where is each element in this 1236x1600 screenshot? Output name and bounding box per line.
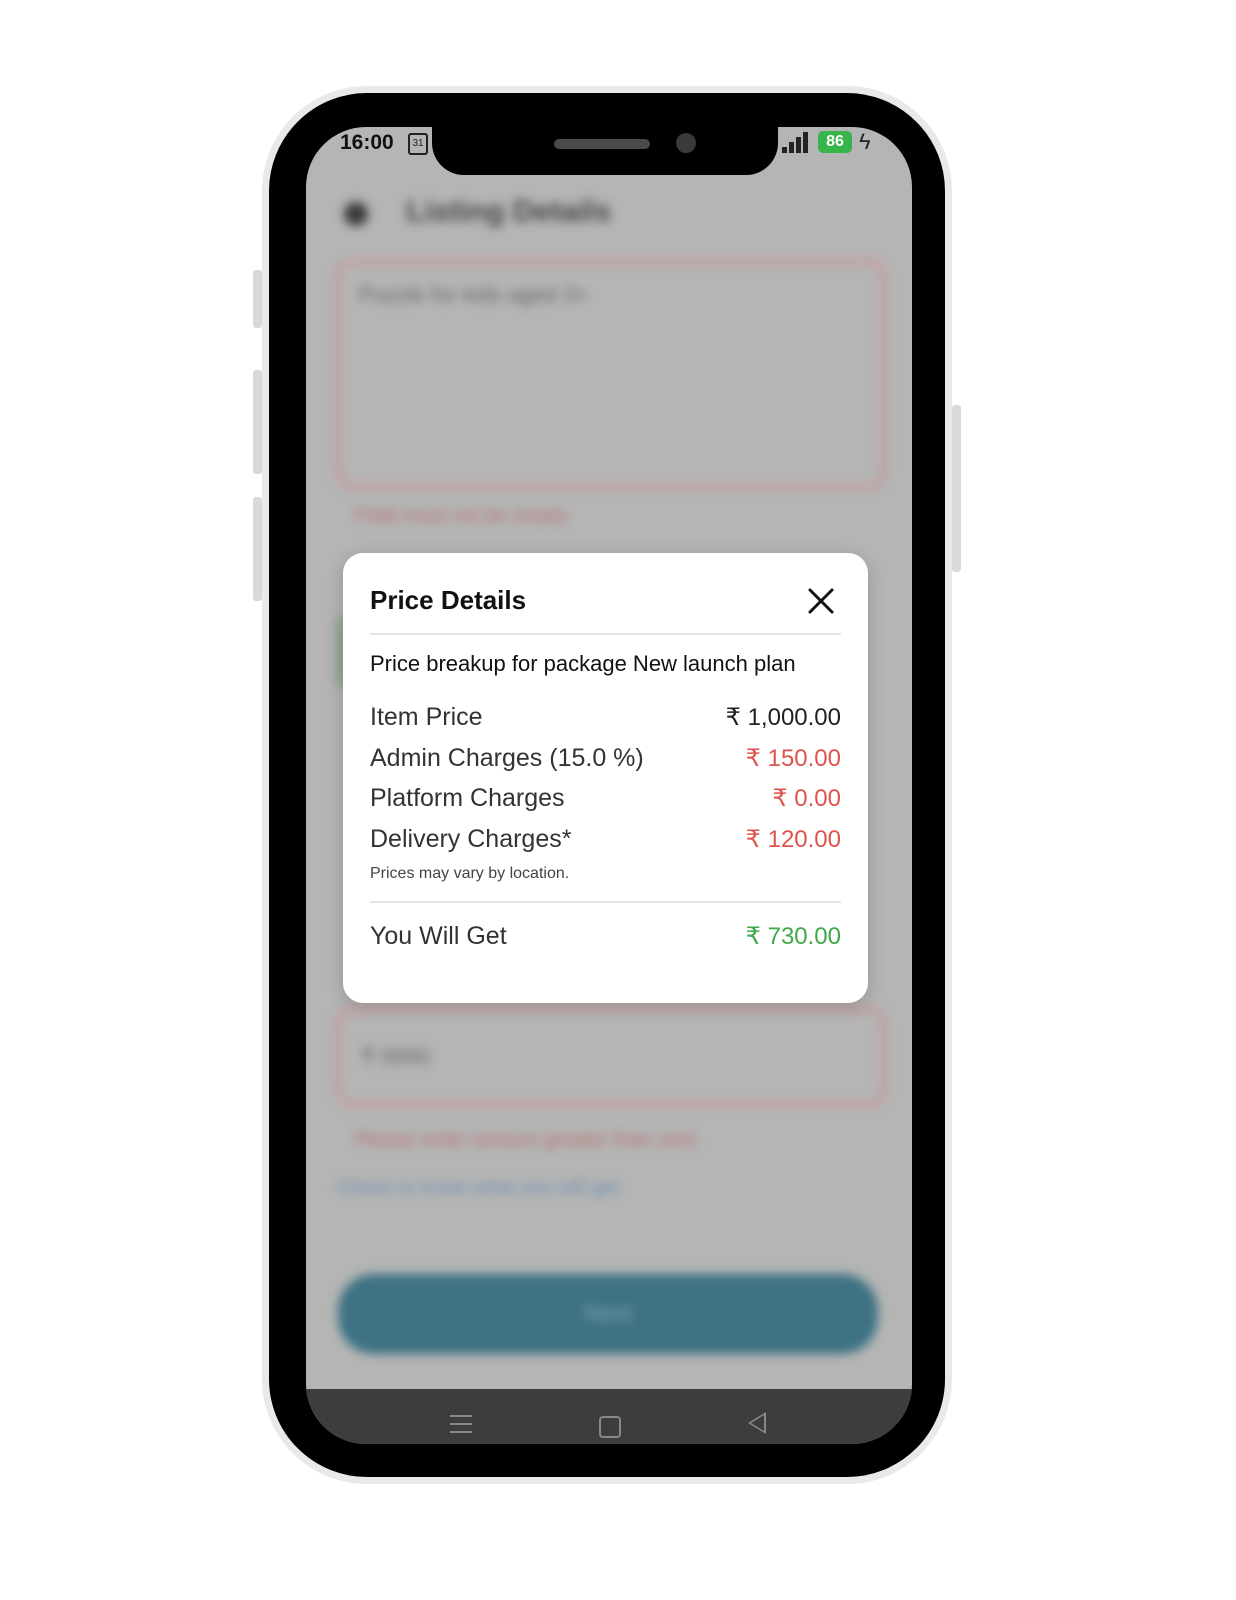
charging-icon: ϟ <box>859 129 871 154</box>
price-input-value: ₹ 0000 <box>361 1044 431 1069</box>
screen-title: Listing Details <box>406 195 612 228</box>
back-icon <box>344 202 368 226</box>
divider <box>370 633 841 635</box>
price-row-label: Platform Charges <box>370 784 565 812</box>
phone-side-button <box>253 270 262 328</box>
price-row: Platform Charges ₹ 0.00 <box>370 784 841 820</box>
check-earnings-link: Check to know what you will get <box>336 1177 620 1199</box>
price-row: Item Price ₹ 1,000.00 <box>370 703 841 739</box>
price-row-value: ₹ 120.00 <box>745 826 841 853</box>
dialog-subtitle: Price breakup for package New launch pla… <box>370 651 796 676</box>
divider <box>370 901 841 903</box>
close-icon <box>808 588 834 614</box>
phone-side-button <box>253 370 262 474</box>
description-error: Field must not be empty <box>354 505 568 527</box>
speaker-grille <box>554 139 650 149</box>
price-input: ₹ 0000 <box>336 1007 886 1107</box>
phone-notch <box>432 127 778 175</box>
price-row: Admin Charges (15.0 %) ₹ 150.00 <box>370 744 841 780</box>
price-row-label: Item Price <box>370 703 483 731</box>
signal-icon <box>782 131 812 153</box>
navigation-bar <box>306 1389 912 1444</box>
price-row-value: ₹ 150.00 <box>745 745 841 772</box>
close-button[interactable] <box>803 583 839 619</box>
price-row-value: ₹ 0.00 <box>772 785 841 812</box>
status-time: 16:00 <box>340 131 394 154</box>
page: Listing Details Puzzle for kids aged 3+ … <box>0 0 1236 1600</box>
calendar-icon: 31 <box>408 133 428 155</box>
price-row: Delivery Charges* ₹ 120.00 <box>370 825 841 861</box>
total-value: ₹ 730.00 <box>745 923 841 950</box>
next-button-label: Next <box>583 1300 633 1327</box>
camera-icon <box>676 133 696 153</box>
description-textarea: Puzzle for kids aged 3+ <box>336 259 886 489</box>
price-error: Please enter amount greater than zero <box>354 1129 697 1151</box>
recent-apps-icon[interactable] <box>450 1415 472 1439</box>
back-nav-icon[interactable] <box>748 1412 766 1434</box>
dialog-title: Price Details <box>370 585 527 615</box>
total-label: You Will Get <box>370 922 507 950</box>
location-note: Prices may vary by location. <box>370 865 570 882</box>
phone-power-button <box>952 405 961 572</box>
price-details-dialog: Price Details Price breakup for package … <box>343 553 868 1003</box>
total-row: You Will Get ₹ 730.00 <box>370 922 841 958</box>
price-row-label: Admin Charges (15.0 %) <box>370 744 644 772</box>
price-row-value: ₹ 1,000.00 <box>725 704 841 731</box>
battery-icon: 86 <box>818 131 852 153</box>
description-text: Puzzle for kids aged 3+ <box>359 282 589 307</box>
home-icon[interactable] <box>599 1416 621 1438</box>
phone-side-button <box>253 497 262 601</box>
price-row-label: Delivery Charges* <box>370 825 572 853</box>
next-button: Next <box>338 1274 878 1354</box>
